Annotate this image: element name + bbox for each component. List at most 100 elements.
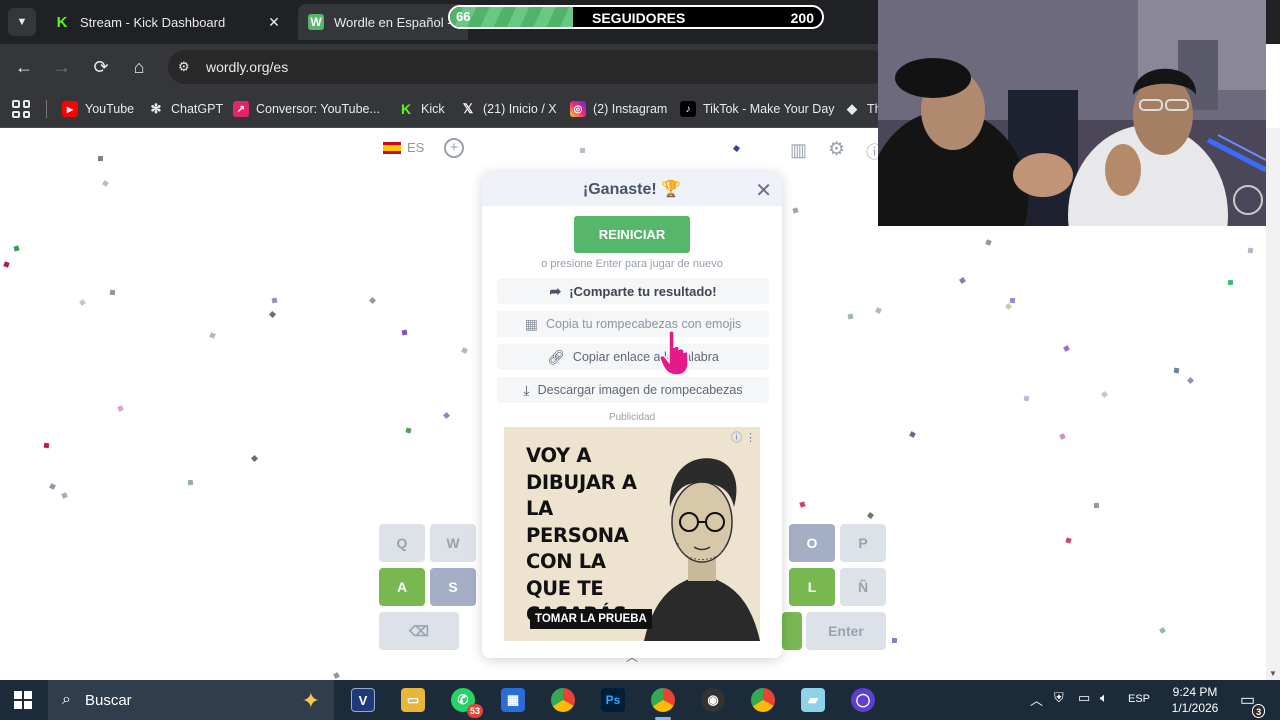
settings-icon[interactable]: ⚙ — [828, 138, 845, 161]
tab-wordle[interactable]: W Wordle en Español - Ju — [298, 4, 468, 40]
bookmark-x[interactable]: 𝕏 (21) Inicio / X — [460, 99, 557, 119]
confetti-piece — [1065, 537, 1072, 544]
chrome-icon[interactable] — [551, 688, 575, 712]
photoshop-icon[interactable]: Ps — [601, 688, 625, 712]
bookmark-converter[interactable]: ↗ Conversor: YouTube... — [233, 99, 380, 119]
key-n-tilde[interactable]: Ñ — [840, 568, 886, 606]
bookmark-th[interactable]: ◆ Th — [844, 99, 882, 119]
enter-key[interactable]: Enter — [806, 612, 886, 650]
bookmark-label: TikTok - Make Your Day — [703, 102, 835, 116]
taskbar-search-box[interactable]: ⌕ Buscar ✦ — [48, 680, 334, 720]
copy-emoji-button[interactable]: ▦ Copia tu rompecabezas con emojis — [497, 311, 769, 337]
key-o[interactable]: O — [789, 524, 835, 562]
restart-button[interactable]: REINICIAR — [574, 216, 690, 253]
link-icon: 🔗︎ — [547, 348, 565, 365]
volume-icon[interactable]: 🔈︎ — [1100, 690, 1108, 706]
ad-cta-button[interactable]: TOMAR LA PRUEBA — [530, 609, 652, 629]
dialog-title: ¡Ganaste! 🏆 — [582, 181, 682, 198]
confetti-piece — [187, 479, 194, 486]
network-icon[interactable]: ▭ — [1078, 690, 1090, 706]
back-icon[interactable]: ← — [12, 55, 36, 79]
confetti-piece — [1009, 297, 1016, 304]
confetti-piece — [1023, 395, 1030, 402]
notes-icon[interactable]: ▰ — [801, 688, 825, 712]
close-icon[interactable]: ✕ — [264, 14, 284, 31]
confetti-piece — [1173, 367, 1180, 374]
clock[interactable]: 9:24 PM 1/1/2026 — [1160, 684, 1230, 716]
language-selector[interactable]: ES — [383, 140, 424, 155]
confetti-piece — [43, 442, 50, 449]
wordly-icon: W — [308, 14, 324, 30]
confetti-piece — [1186, 376, 1195, 385]
bookmark-tiktok[interactable]: ♪ TikTok - Make Your Day — [680, 99, 835, 119]
url-text: wordly.org/es — [206, 59, 289, 75]
notification-count: 3 — [1252, 704, 1266, 718]
input-language[interactable]: ESP — [1128, 693, 1150, 705]
bookmarks-bar: ▶ YouTube ✻ ChatGPT ↗ Conversor: YouTube… — [0, 90, 882, 128]
download-image-button[interactable]: ⤓ Descargar imagen de rompecabezas — [497, 377, 769, 403]
obs-icon[interactable]: ◉ — [701, 688, 725, 712]
windows-start-icon[interactable] — [14, 691, 32, 709]
plus-icon[interactable]: + — [444, 138, 464, 158]
bookmark-youtube[interactable]: ▶ YouTube — [62, 99, 134, 119]
chevron-up-icon[interactable]: ︿ — [626, 648, 638, 665]
address-bar[interactable]: ⚙ wordly.org/es — [168, 50, 888, 84]
whatsapp-badge: 53 — [466, 704, 483, 718]
key-q[interactable]: Q — [379, 524, 425, 562]
scroll-down-icon[interactable]: ▼ — [1269, 669, 1277, 678]
reload-icon[interactable]: ⟳ — [89, 55, 113, 79]
home-icon[interactable]: ⌂ — [127, 55, 151, 79]
bookmark-label: ChatGPT — [171, 102, 224, 116]
converter-icon: ↗ — [233, 101, 249, 117]
chrome-profile-icon[interactable] — [751, 688, 775, 712]
confetti-piece — [109, 289, 116, 296]
site-settings-icon[interactable]: ⚙ — [178, 59, 202, 75]
confetti-piece — [1059, 433, 1066, 440]
copy-link-button[interactable]: 🔗︎ Copiar enlace a la palabra — [497, 344, 769, 370]
shield-icon[interactable]: ⛨ — [1054, 690, 1064, 706]
whatsapp-icon[interactable]: ✆ 53 — [451, 688, 483, 718]
close-icon[interactable]: ✕ — [755, 178, 772, 203]
confetti-piece — [61, 492, 68, 499]
chevron-up-icon[interactable]: ︿ — [1030, 690, 1043, 709]
bookmark-chatgpt[interactable]: ✻ ChatGPT — [148, 99, 224, 119]
copy-label: Copia tu rompecabezas con emojis — [545, 317, 742, 331]
share-result-button[interactable]: ➦ ¡Comparte tu resultado! — [497, 278, 769, 304]
apps-icon[interactable] — [12, 100, 30, 118]
store-icon[interactable]: ▦ — [501, 688, 525, 712]
follower-goal-target: 200 — [790, 10, 814, 26]
key-p[interactable]: P — [840, 524, 886, 562]
key-partial-green[interactable] — [782, 612, 802, 650]
tab-search-button[interactable]: ▼ — [8, 8, 36, 36]
file-explorer-icon[interactable]: ▭ — [401, 688, 425, 712]
instagram-icon: ◎ — [570, 101, 586, 117]
backspace-key[interactable]: ⌫ — [379, 612, 459, 650]
key-s[interactable]: S — [430, 568, 476, 606]
confetti-piece — [1093, 502, 1100, 509]
page-scrollbar[interactable]: ▼ — [1266, 128, 1280, 680]
app-icon[interactable]: ◯ — [851, 688, 875, 712]
confetti-piece — [847, 313, 854, 320]
bookmark-instagram[interactable]: ◎ (2) Instagram — [570, 99, 667, 119]
bookmark-label: Conversor: YouTube... — [256, 102, 380, 116]
confetti-piece — [49, 483, 56, 490]
key-w[interactable]: W — [430, 524, 476, 562]
stats-icon[interactable]: ▥ — [790, 140, 807, 161]
key-l[interactable]: L — [789, 568, 835, 606]
download-icon: ⤓ — [523, 381, 530, 398]
ad-info-icon[interactable]: ⓘ ⋮ — [731, 429, 756, 445]
advertisement[interactable]: VOY A DIBUJAR A LA PERSONA CON LA QUE TE… — [504, 427, 760, 641]
bookmark-kick[interactable]: K Kick — [398, 99, 445, 119]
forward-icon[interactable]: → — [50, 55, 74, 79]
vegas-icon[interactable]: V — [351, 688, 375, 712]
key-a[interactable]: A — [379, 568, 425, 606]
confetti-piece — [3, 261, 10, 268]
chatgpt-icon: ✻ — [150, 101, 162, 116]
notifications-icon[interactable]: ▭ 3 — [1240, 690, 1266, 718]
chrome-active-icon[interactable] — [651, 688, 675, 720]
confetti-piece — [1063, 345, 1070, 352]
bookmark-label: (21) Inicio / X — [483, 102, 557, 116]
tab-kick-dashboard[interactable]: K Stream - Kick Dashboard ✕ — [44, 4, 294, 40]
confetti-piece — [271, 297, 278, 304]
download-label: Descargar imagen de rompecabezas — [537, 383, 743, 397]
